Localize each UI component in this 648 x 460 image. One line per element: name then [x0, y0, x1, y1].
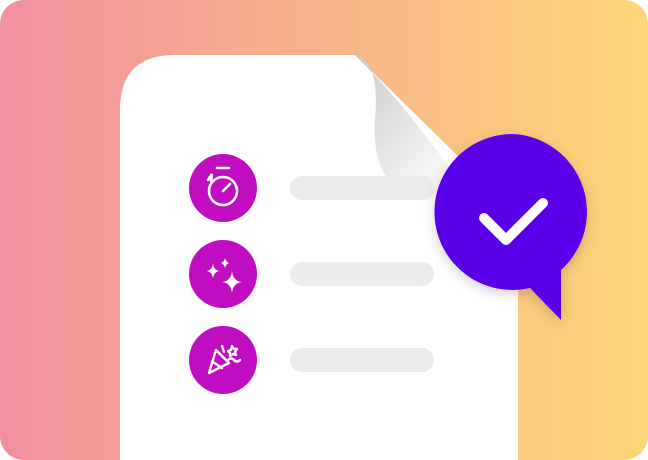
- document-checklist-illustration: [0, 0, 648, 460]
- party-popper-icon: [189, 326, 257, 394]
- placeholder-bar: [290, 348, 434, 372]
- placeholder-bar: [290, 262, 434, 286]
- sparkles-icon: [189, 240, 257, 308]
- stopwatch-icon: [189, 154, 257, 222]
- illustration: [0, 0, 648, 460]
- placeholder-bar: [290, 176, 434, 200]
